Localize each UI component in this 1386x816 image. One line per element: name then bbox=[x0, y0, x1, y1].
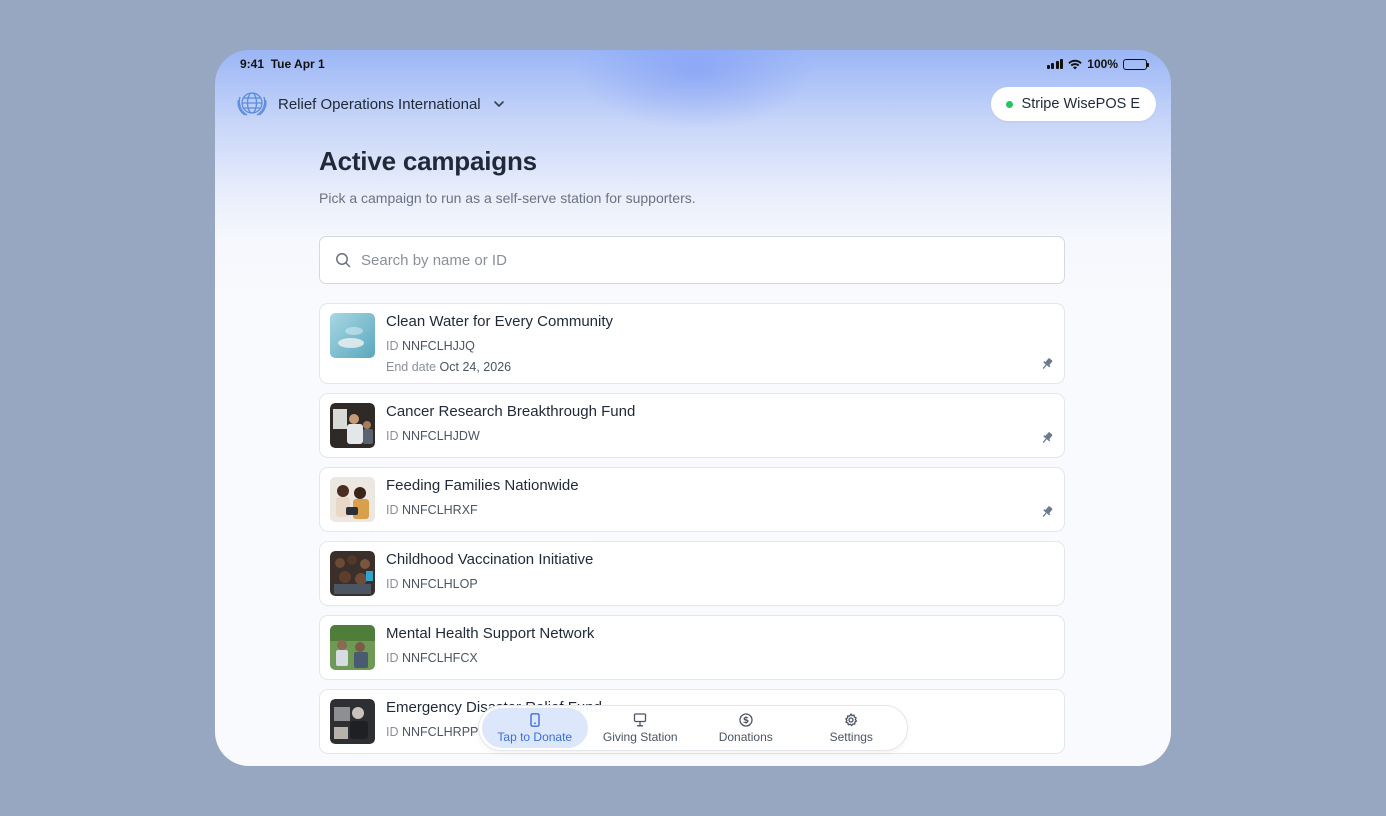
globe-logo-icon bbox=[237, 92, 267, 116]
campaign-title: Feeding Families Nationwide bbox=[386, 477, 579, 494]
campaign-thumbnail bbox=[330, 625, 375, 670]
reader-name: Stripe WisePOS E bbox=[1021, 96, 1140, 112]
campaign-id: NNFCLHLOP bbox=[401, 577, 478, 591]
tab-donations[interactable]: $ Donations bbox=[693, 708, 799, 748]
page-title: Active campaigns bbox=[319, 146, 537, 176]
campaign-thumbnail bbox=[330, 699, 375, 744]
campaign-card[interactable]: Childhood Vaccination Initiative ID NNFC… bbox=[319, 541, 1065, 606]
campaign-end-date-row: End date Oct 24, 2026 bbox=[386, 360, 613, 374]
campaign-title: Mental Health Support Network bbox=[386, 625, 595, 642]
campaign-id-row: ID NNFCLHJDW bbox=[386, 429, 635, 443]
cellular-signal-icon bbox=[1046, 59, 1064, 69]
campaign-id-row: ID NNFCLHLOP bbox=[386, 577, 593, 591]
campaign-list: Clean Water for Every Community ID NNFCL… bbox=[319, 303, 1065, 754]
tab-label: Giving Station bbox=[602, 729, 678, 744]
status-time: 9:41 Tue Apr 1 bbox=[240, 57, 325, 71]
id-label: ID bbox=[386, 577, 399, 591]
id-label: ID bbox=[386, 503, 399, 517]
id-label: ID bbox=[386, 339, 399, 353]
tab-label: Settings bbox=[829, 729, 873, 744]
battery-percent: 100% bbox=[1087, 57, 1118, 71]
search-bar[interactable] bbox=[319, 236, 1065, 284]
campaign-thumbnail bbox=[330, 477, 375, 522]
tablet-frame: 9:41 Tue Apr 1 100% Relief Operations In… bbox=[215, 50, 1171, 766]
status-indicators: 100% bbox=[1046, 57, 1149, 71]
campaign-card[interactable]: Clean Water for Every Community ID NNFCL… bbox=[319, 303, 1065, 384]
campaign-title: Childhood Vaccination Initiative bbox=[386, 551, 594, 568]
svg-text:$: $ bbox=[743, 716, 749, 726]
dollar-circle-icon: $ bbox=[739, 712, 753, 727]
pin-icon[interactable] bbox=[1040, 505, 1054, 519]
campaign-thumbnail bbox=[330, 403, 375, 448]
search-input[interactable] bbox=[361, 251, 1064, 269]
campaign-title: Cancer Research Breakthrough Fund bbox=[386, 403, 636, 420]
campaign-end-date: Oct 24, 2026 bbox=[439, 360, 512, 374]
campaign-id: NNFCLHJDW bbox=[401, 429, 480, 443]
tab-label: Tap to Donate bbox=[497, 729, 573, 744]
gear-icon bbox=[845, 712, 858, 726]
wifi-icon bbox=[1068, 59, 1082, 69]
bottom-tab-bar: Tap to Donate Giving Station $ Donations bbox=[478, 705, 908, 751]
chevron-down-icon bbox=[493, 101, 504, 107]
id-label: ID bbox=[386, 429, 399, 443]
page-subtitle: Pick a campaign to run as a self-serve s… bbox=[319, 190, 696, 206]
search-icon bbox=[336, 253, 351, 268]
campaign-id: NNFCLHFCX bbox=[401, 651, 478, 665]
tablet-icon bbox=[530, 712, 540, 727]
reader-status-button[interactable]: Stripe WisePOS E bbox=[990, 87, 1156, 121]
campaign-card[interactable]: Feeding Families Nationwide ID NNFCLHRXF bbox=[319, 467, 1065, 532]
campaign-id: NNFCLHRXF bbox=[401, 503, 478, 517]
tab-giving-station[interactable]: Giving Station bbox=[588, 708, 694, 748]
campaign-thumbnail bbox=[330, 313, 375, 358]
id-label: ID bbox=[386, 651, 399, 665]
status-date: Tue Apr 1 bbox=[270, 57, 325, 71]
campaign-id: NNFCLHJJQ bbox=[401, 339, 475, 353]
pin-icon[interactable] bbox=[1040, 431, 1054, 445]
tab-settings[interactable]: Settings bbox=[799, 708, 905, 748]
main-content: Active campaigns Pick a campaign to run … bbox=[319, 146, 1067, 754]
campaign-thumbnail bbox=[330, 551, 375, 596]
id-label: ID bbox=[386, 725, 399, 739]
campaign-card[interactable]: Mental Health Support Network ID NNFCLHF… bbox=[319, 615, 1065, 680]
campaign-title: Clean Water for Every Community bbox=[386, 313, 614, 330]
campaign-id: NNFCLHRPP bbox=[401, 725, 479, 739]
kiosk-icon bbox=[634, 712, 647, 726]
tab-label: Donations bbox=[718, 729, 773, 744]
campaign-id-row: ID NNFCLHRXF bbox=[386, 503, 579, 517]
status-bar: 9:41 Tue Apr 1 100% bbox=[215, 50, 1171, 78]
campaign-id-row: ID NNFCLHFCX bbox=[386, 651, 594, 665]
campaign-id-row: ID NNFCLHJJQ bbox=[386, 339, 613, 353]
tab-tap-to-donate[interactable]: Tap to Donate bbox=[482, 708, 588, 748]
battery-icon bbox=[1123, 58, 1149, 70]
connected-status-dot bbox=[1005, 100, 1013, 108]
organization-selector[interactable]: Relief Operations International bbox=[235, 88, 506, 120]
organization-name: Relief Operations International bbox=[278, 95, 481, 113]
status-clock: 9:41 bbox=[240, 57, 265, 71]
end-date-label: End date bbox=[386, 360, 437, 374]
pin-icon[interactable] bbox=[1040, 357, 1054, 371]
campaign-card[interactable]: Cancer Research Breakthrough Fund ID NNF… bbox=[319, 393, 1065, 458]
